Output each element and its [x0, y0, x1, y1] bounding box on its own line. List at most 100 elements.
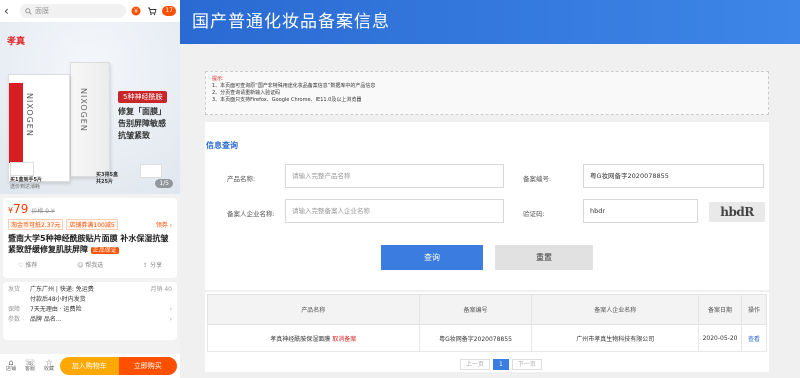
notice-line-2: 2、分页查询请重新输入验证码	[212, 90, 281, 96]
get-coupon-link[interactable]: 领券 ›	[156, 220, 172, 229]
share-button[interactable]: ⇪ 分享	[143, 260, 162, 269]
promo-tag-1[interactable]: 淘金币可抵2.37元	[8, 219, 64, 230]
favorite-button[interactable]: ☆ 收藏	[41, 359, 57, 373]
captcha-label: 验证码:	[523, 210, 545, 218]
product-actions: ♡ 推荐 ☺ 帮我选 ⇪ 分享	[8, 256, 172, 269]
cart-count-badge: 17	[162, 6, 176, 16]
notice-box: 提示: 1、本页面可查询原“国产非特殊用途化妆品备案信息”数据库中的产品信息 2…	[205, 71, 769, 115]
notice-line-1: 1、本页面可查询原“国产非特殊用途化妆品备案信息”数据库中的产品信息	[212, 83, 376, 89]
form-title: 信息查询	[206, 141, 238, 150]
buy-now-button[interactable]: 立即购买	[118, 357, 177, 375]
shipping-info-card: 发货 广东广州 | 快递: 免运费 月销 40 付款后48小时内发货 保障 7天无理由…	[3, 282, 177, 340]
price-value: ¥79	[8, 202, 29, 216]
chat-icon: ☏	[24, 358, 35, 367]
thumb-caption-2-line-2: 共25片	[96, 179, 113, 185]
info-row[interactable]: 发货 广东广州 | 快递: 免运费 月销 40	[8, 285, 172, 295]
back-arrow-icon[interactable]: ‹	[4, 0, 16, 22]
thumb-caption-1-line-1: 买1盒到手5片	[10, 177, 42, 183]
coupon-icon[interactable]: ¥	[130, 5, 142, 17]
prev-page-button[interactable]: 上一页	[460, 359, 491, 370]
notice-title: 提示:	[212, 76, 224, 82]
table-row: 孝真神经酰胺保湿面膜 取消备案 粤G妆网备字2020078855 广州市孝真生物…	[207, 324, 767, 352]
view-link[interactable]: 查看	[741, 324, 767, 352]
registration-site: 国产普通化妆品备案信息 提示: 1、本页面可查询原“国产非特殊用途化妆品备案信息…	[180, 0, 800, 378]
old-price: 价格 9 ¥	[31, 208, 55, 215]
favorite-label: 收藏	[43, 366, 54, 372]
slogan-line-1: 修复「面膜」	[118, 107, 166, 116]
hero-pill: 5种神经酰胺	[118, 91, 168, 103]
recommend-label: 推荐	[25, 262, 38, 269]
col-record-no: 备案编号	[418, 294, 533, 325]
col-date: 备案日期	[698, 294, 742, 325]
product-hero-image[interactable]: 孝真 NIXOGEN NIXOGEN 5种神经酰胺 修复「面膜」 告别屏障敏感 …	[0, 22, 180, 194]
svg-text:¥: ¥	[134, 8, 138, 15]
product-name-input[interactable]: 请输入完整产品名称	[285, 164, 504, 188]
box-text: NIXOGEN	[25, 93, 34, 137]
next-page-button[interactable]: 下一页	[511, 359, 542, 370]
box-red-stripe	[9, 83, 23, 163]
thumb-box-2	[140, 164, 162, 178]
sachet-image: NIXOGEN	[70, 62, 110, 177]
query-button[interactable]: 查询	[381, 245, 483, 270]
captcha-image[interactable]: hbdR	[709, 202, 765, 222]
star-icon: ☆	[45, 358, 53, 367]
hero-slogan: 修复「面膜」 告别屏障敏感 抗皱紧致	[118, 106, 166, 142]
cell-record-no: 粤G妆网备字2020078855	[418, 324, 533, 352]
product-title-text: 暨南大学5种神经酰胺贴片面膜 补水保湿抗皱紧致舒缓修复肌肤屏障	[8, 234, 169, 254]
current-page-button[interactable]: 1	[493, 359, 509, 370]
sachet-text: NIXOGEN	[79, 88, 88, 132]
info-label: 发货	[8, 286, 21, 293]
results-table: 产品名称 备案编号 备案人企业名称 备案日期 操作 孝真神经酰胺保湿面膜 取消备…	[207, 294, 767, 352]
search-placeholder: 面膜	[35, 7, 49, 15]
shop-label: 店铺	[5, 366, 16, 372]
service-button[interactable]: ☏ 客服	[22, 359, 38, 373]
help-choose-label: 帮我选	[85, 262, 104, 269]
recommend-button[interactable]: ♡ 推荐	[18, 260, 37, 269]
info-value: 品牌 品名...	[30, 316, 62, 323]
image-counter: 1/5	[155, 179, 173, 188]
cart-icon[interactable]	[146, 5, 158, 17]
mobile-product-panel: ‹ 面膜 ¥ 17 孝真 NIXOGEN NIXOGEN 5种神经酰胺 修复「面…	[0, 0, 180, 378]
product-title: 暨南大学5种神经酰胺贴片面膜 补水保湿抗皱紧致舒缓修复肌肤屏障 正品保证	[8, 233, 172, 256]
info-value: 广东广州 | 快递: 免运费	[30, 286, 94, 293]
shop-button[interactable]: ⌂ 店铺	[3, 359, 19, 373]
promo-tag-2[interactable]: 店铺券满100减5	[66, 219, 118, 230]
search-icon	[25, 7, 32, 15]
company-label: 备案人企业名称:	[227, 210, 275, 218]
mobile-bottom-bar: ⌂ 店铺 ☏ 客服 ☆ 收藏 加入购物车 立即购买	[0, 354, 180, 378]
add-to-cart-button[interactable]: 加入购物车	[60, 357, 119, 375]
info-row: 付款后48小时内发货	[8, 295, 172, 305]
reset-button[interactable]: 重置	[495, 245, 593, 270]
product-name-text: 孝真神经酰胺保湿面膜	[270, 335, 331, 343]
notice-line-3: 3、本页面只支持Firefox、Google Chrome、IE11.0及以上浏…	[212, 97, 362, 103]
company-input[interactable]: 请输入完整备案人企业名称	[285, 199, 504, 223]
info-label: 参数	[8, 316, 21, 323]
site-header-title: 国产普通化妆品备案信息	[180, 0, 800, 44]
col-operation: 操作	[741, 294, 767, 325]
thumb-caption-2-line-1: 买3得5盒	[96, 172, 118, 178]
help-choose-button[interactable]: ☺ 帮我选	[77, 260, 103, 269]
info-row[interactable]: 参数 品牌 品名... ›	[8, 315, 172, 325]
results-table-container: 产品名称 备案编号 备案人企业名称 备案日期 操作 孝真神经酰胺保湿面膜 取消备…	[205, 292, 769, 372]
info-extra: ›	[169, 306, 172, 313]
table-header-row: 产品名称 备案编号 备案人企业名称 备案日期 操作	[207, 294, 767, 325]
col-product-name: 产品名称	[207, 294, 420, 325]
info-extra: ›	[169, 316, 172, 323]
cell-date: 2020-05-20	[698, 324, 742, 352]
brand-logo: 孝真	[7, 37, 26, 47]
thumb-caption-2: 买3得5盒 共25片	[96, 172, 118, 186]
thumb-box-1	[10, 162, 34, 176]
search-input[interactable]: 面膜	[20, 4, 127, 18]
record-no-label: 备案编号:	[523, 175, 552, 183]
col-company: 备案人企业名称	[531, 294, 700, 325]
slogan-line-3: 抗皱紧致	[118, 131, 150, 140]
mobile-topbar: ‹ 面膜 ¥ 17	[0, 0, 180, 22]
site-body: 提示: 1、本页面可查询原“国产非特殊用途化妆品备案信息”数据库中的产品信息 2…	[180, 44, 800, 378]
captcha-input[interactable]: hbdr	[583, 199, 698, 223]
info-row[interactable]: 保障 7天无理由 · 运费险 ›	[8, 305, 172, 315]
price-number: 79	[13, 202, 29, 216]
thumb-caption-1-line-2: 送价到达消耗	[10, 184, 41, 190]
thumb-caption-1: 买1盒到手5片 送价到达消耗	[10, 177, 42, 191]
info-value: 付款后48小时内发货	[30, 296, 86, 303]
record-no-input[interactable]: 粤G妆网备字2020078855	[583, 164, 764, 188]
